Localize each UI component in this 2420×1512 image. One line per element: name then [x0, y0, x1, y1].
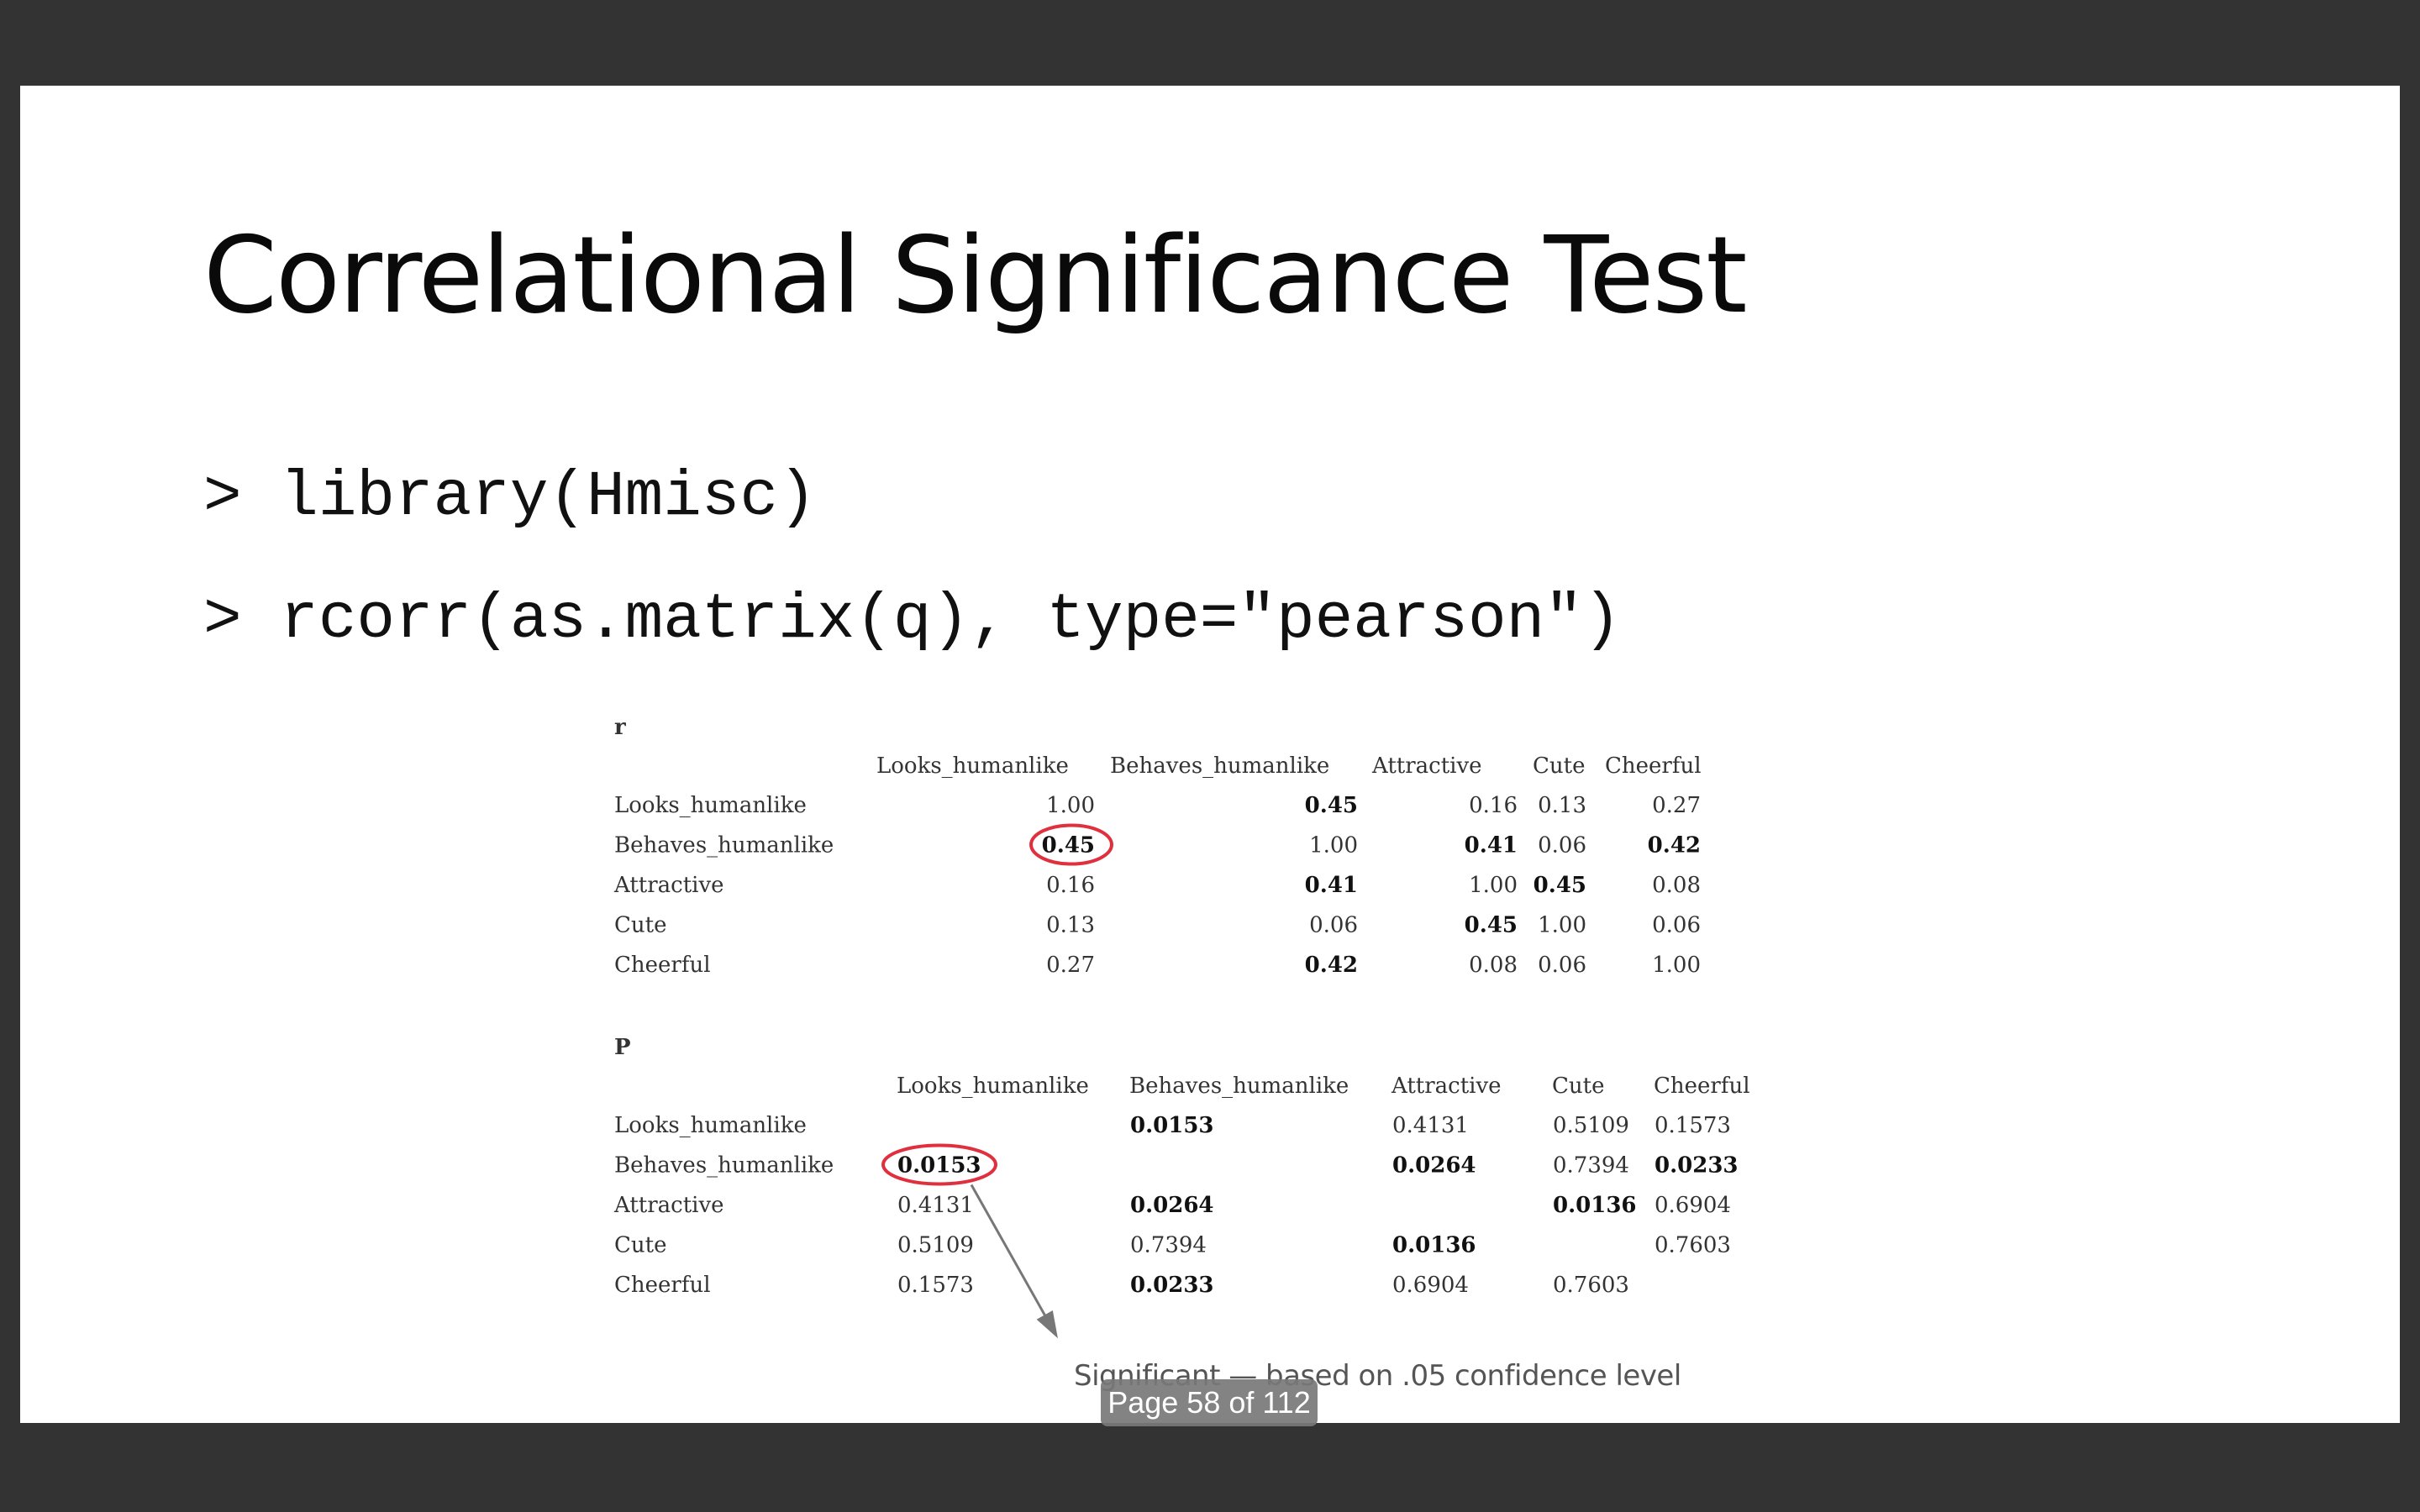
p-cell: 0.0136 — [1392, 1233, 1476, 1258]
r-cell: 0.27 — [1652, 793, 1701, 818]
p-cell: 0.0153 — [897, 1153, 981, 1179]
p-cell: 0.7603 — [1553, 1273, 1629, 1298]
p-column-header: Cute — [1552, 1074, 1604, 1099]
r-cell: 0.13 — [1538, 793, 1586, 818]
p-column-header: Cheerful — [1654, 1074, 1750, 1099]
presentation-viewer: Correlational Significance Test > librar… — [0, 0, 2420, 1512]
rcorr-output: r Looks_humanlike Behaves_humanlike Attract… — [613, 715, 1750, 1339]
r-column-header: Looks_humanlike — [876, 753, 1069, 779]
r-cell: 1.00 — [1309, 833, 1358, 858]
r-matrix-label: r — [614, 715, 626, 740]
r-cell: 0.45 — [1305, 793, 1358, 818]
p-matrix: P Looks_humanlike Behaves_humanlike Attract… — [613, 1035, 1750, 1298]
page-indicator: Page 58 of 112 — [1101, 1379, 1318, 1426]
r-cell: 0.45 — [1465, 913, 1518, 938]
p-cell: 0.1573 — [1655, 1113, 1731, 1138]
r-cell: 0.06 — [1538, 833, 1586, 858]
p-cell: 0.6904 — [1655, 1193, 1731, 1218]
r-cell: 0.27 — [1046, 953, 1095, 978]
r-cell: 0.06 — [1309, 913, 1358, 938]
p-row-label: Cheerful — [614, 1273, 711, 1298]
r-row-label: Cute — [614, 913, 666, 938]
r-cell: 0.41 — [1465, 833, 1518, 858]
r-column-header: Behaves_humanlike — [1110, 753, 1329, 779]
r-cell: 0.16 — [1469, 793, 1518, 818]
r-cell: 0.06 — [1652, 913, 1701, 938]
p-cell: 0.1573 — [897, 1273, 974, 1298]
p-row-label: Cute — [614, 1233, 666, 1258]
r-matrix: r Looks_humanlike Behaves_humanlike Attract… — [613, 715, 1702, 978]
r-row-label: Cheerful — [614, 953, 711, 978]
p-cell: 0.7603 — [1655, 1233, 1731, 1258]
r-cell: 0.08 — [1652, 873, 1701, 898]
p-column-header: Behaves_humanlike — [1129, 1074, 1349, 1099]
r-row-label: Looks_humanlike — [614, 793, 807, 818]
r-column-header: Attractive — [1371, 753, 1482, 779]
p-column-header: Attractive — [1391, 1074, 1502, 1099]
annotation-arrow-line — [970, 1184, 1057, 1335]
p-cell: 0.0264 — [1130, 1193, 1214, 1218]
p-cell: 0.5109 — [897, 1233, 974, 1258]
r-cell: 1.00 — [1538, 913, 1586, 938]
p-cell: 0.4131 — [1392, 1113, 1469, 1138]
r-cell: 0.06 — [1538, 953, 1586, 978]
p-row-label: Attractive — [613, 1193, 724, 1218]
r-cell: 0.41 — [1305, 873, 1358, 898]
p-cell: 0.6904 — [1392, 1273, 1469, 1298]
r-cell: 0.42 — [1305, 953, 1358, 978]
p-matrix-label: P — [614, 1035, 631, 1060]
r-cell: 0.45 — [1534, 873, 1586, 898]
annotation-arrowhead — [1036, 1310, 1058, 1339]
p-cell: 0.0233 — [1130, 1273, 1214, 1298]
p-cell: 0.0233 — [1655, 1153, 1739, 1179]
p-cell: 0.0264 — [1392, 1153, 1476, 1179]
r-column-header: Cheerful — [1605, 753, 1702, 779]
p-cell: 0.4131 — [897, 1193, 974, 1218]
r-row-label: Behaves_humanlike — [614, 833, 834, 858]
r-cell: 0.42 — [1648, 833, 1701, 858]
p-row-label: Looks_humanlike — [614, 1113, 807, 1138]
r-cell: 0.13 — [1046, 913, 1095, 938]
p-cell: 0.0136 — [1553, 1193, 1637, 1218]
slide: Correlational Significance Test > librar… — [20, 86, 2400, 1423]
p-column-header: Looks_humanlike — [897, 1074, 1089, 1099]
p-cell: 0.7394 — [1553, 1153, 1629, 1179]
p-cell: 0.0153 — [1130, 1113, 1214, 1138]
r-cell: 0.08 — [1469, 953, 1518, 978]
r-cell: 1.00 — [1046, 793, 1095, 818]
p-cell: 0.5109 — [1553, 1113, 1629, 1138]
r-cell: 0.16 — [1046, 873, 1095, 898]
r-row-label: Attractive — [613, 873, 724, 898]
p-row-label: Behaves_humanlike — [614, 1153, 834, 1179]
r-cell: 1.00 — [1469, 873, 1518, 898]
r-column-header: Cute — [1533, 753, 1585, 779]
r-cell: 1.00 — [1652, 953, 1701, 978]
p-cell: 0.7394 — [1130, 1233, 1207, 1258]
r-cell: 0.45 — [1042, 833, 1095, 858]
